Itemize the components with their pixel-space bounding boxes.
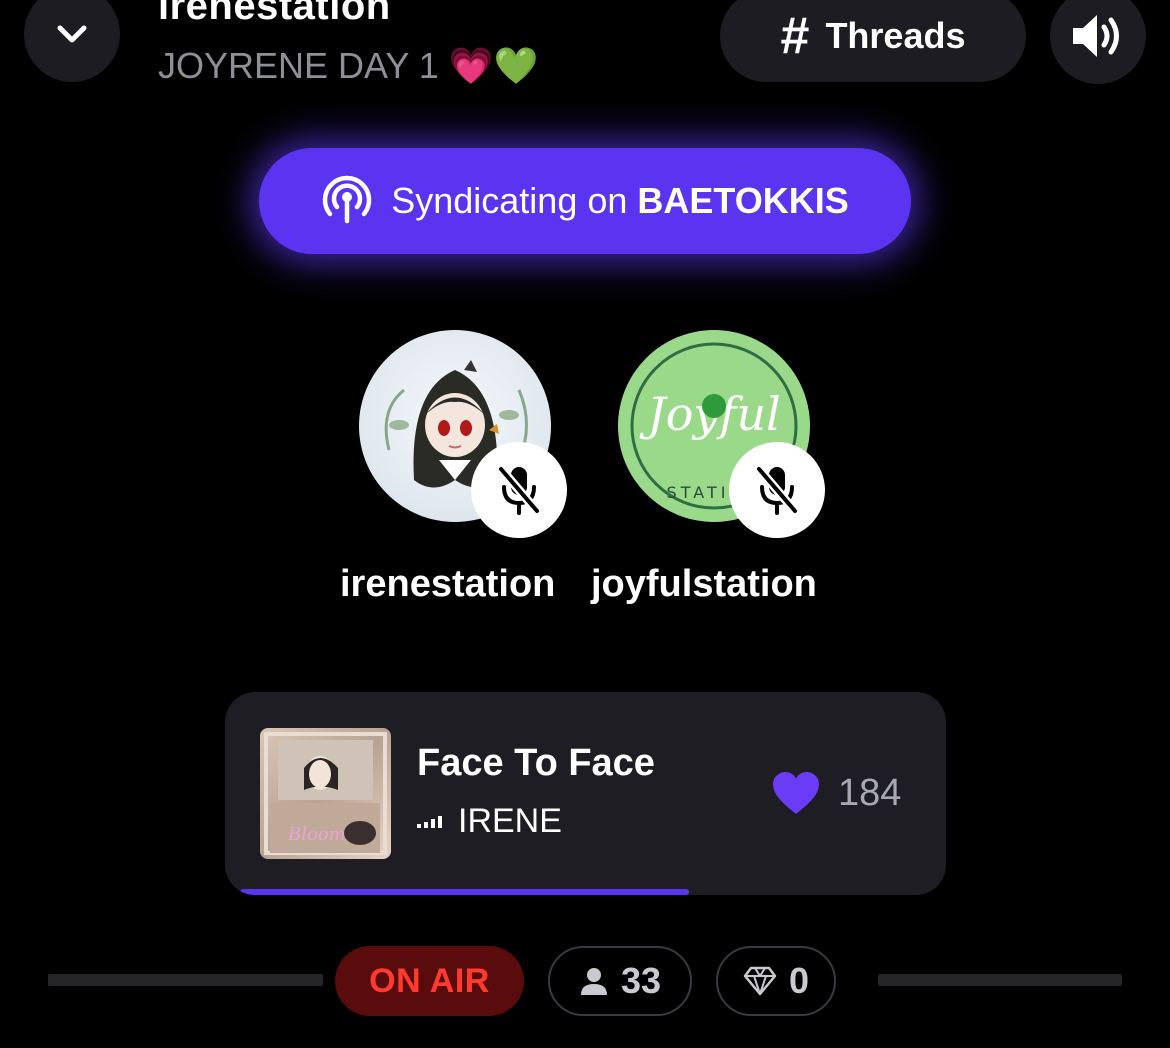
track-artist-row: IRENE xyxy=(417,800,562,842)
like-count: 184 xyxy=(838,772,902,814)
host-mute-badge xyxy=(471,442,567,538)
svg-text:Bloom: Bloom xyxy=(287,824,346,845)
track-title: Face To Face xyxy=(417,742,655,784)
on-air-badge: ON AIR xyxy=(335,946,524,1016)
like-button[interactable] xyxy=(771,770,821,821)
gems-count: 0 xyxy=(788,960,810,1001)
host-name: joyfulstation xyxy=(591,563,817,605)
syndicating-banner[interactable]: Syndicating on BAETOKKIS xyxy=(259,148,911,254)
volume-button[interactable] xyxy=(1050,0,1146,84)
person-icon xyxy=(580,968,607,995)
session-subtitle: JOYRENE DAY 1 💗💚 xyxy=(158,45,539,86)
mic-off-icon xyxy=(496,464,542,516)
equalizer-icon xyxy=(417,814,442,828)
threads-button[interactable]: # Threads xyxy=(720,0,1026,82)
syndicating-prefix: Syndicating on xyxy=(391,180,628,221)
station-title: irenestation xyxy=(158,0,391,28)
speaker-icon xyxy=(1073,15,1119,57)
hash-icon: # xyxy=(780,7,810,65)
diamond-icon xyxy=(743,966,777,996)
host-mute-badge xyxy=(729,442,825,538)
album-art: Bloom xyxy=(260,728,391,859)
syndicating-channel: BAETOKKIS xyxy=(637,180,849,221)
divider-left xyxy=(48,974,323,986)
collapse-button[interactable] xyxy=(24,0,120,82)
track-progress-fill xyxy=(240,889,690,895)
host-name: irenestation xyxy=(340,563,556,605)
track-artist: IRENE xyxy=(458,802,562,840)
divider-right xyxy=(878,974,1122,986)
logo-station-text: STATI xyxy=(667,483,730,502)
chevron-down-icon xyxy=(57,25,87,43)
threads-label: Threads xyxy=(825,15,966,56)
mic-off-icon xyxy=(754,464,800,516)
listeners-count: 33 xyxy=(620,960,662,1001)
gems-count-pill[interactable]: 0 xyxy=(716,946,836,1016)
heart-icon xyxy=(773,772,819,814)
now-playing-card[interactable]: Bloom Face To Face IRENE 184 xyxy=(225,692,946,895)
broadcast-icon xyxy=(322,175,372,224)
listeners-count-pill[interactable]: 33 xyxy=(548,946,692,1016)
track-progress-bar[interactable] xyxy=(240,889,931,895)
